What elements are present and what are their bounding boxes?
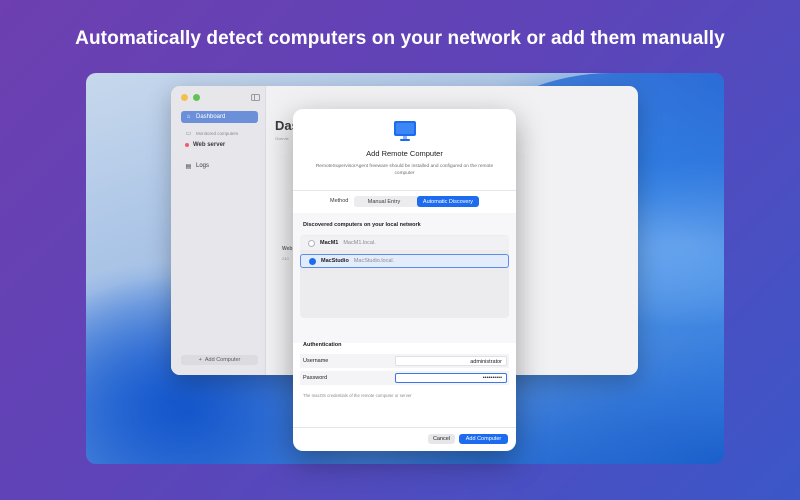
- sheet-description: RemoteSupervisorAgent freeware should be…: [315, 164, 494, 176]
- add-computer-label: Add Computer: [204, 357, 241, 363]
- sidebar-item-dashboard[interactable]: ⌂ Dashboard: [181, 111, 258, 123]
- window-controls: [181, 94, 200, 101]
- computer-name: MacM1: [320, 240, 339, 246]
- password-label: Password: [303, 375, 328, 381]
- list-item-macstudio[interactable]: MacStudio MacStudio.local.: [300, 254, 509, 268]
- sidebar-add-computer-button[interactable]: + Add Computer: [181, 355, 258, 365]
- card-sub: 210: [282, 256, 289, 261]
- segment-manual-entry[interactable]: Manual Entry: [354, 196, 414, 207]
- sidebar-item-label: Logs: [196, 163, 210, 169]
- status-dot: [185, 143, 189, 147]
- document-icon: ▤: [185, 163, 192, 170]
- plus-icon: +: [198, 357, 202, 363]
- minimize-button[interactable]: [181, 94, 188, 101]
- sidebar-item-logs[interactable]: ▤ Logs: [181, 160, 258, 172]
- segment-automatic-discovery[interactable]: Automatic Discovery: [417, 196, 479, 207]
- divider: [293, 427, 516, 428]
- password-field[interactable]: ••••••••••: [395, 373, 507, 383]
- password-row: Password ••••••••••: [300, 371, 509, 385]
- divider: [293, 190, 516, 191]
- sidebar-item-web-server[interactable]: Web server: [181, 139, 258, 151]
- sheet-title: Add Remote Computer: [366, 149, 443, 158]
- add-computer-button[interactable]: Add Computer: [459, 434, 508, 444]
- house-icon: ⌂: [186, 114, 191, 120]
- computer-name: MacStudio: [321, 258, 349, 264]
- monitor-icon: [394, 121, 416, 141]
- sidebar-toggle-icon[interactable]: [251, 94, 260, 101]
- username-row: Username administrator: [300, 354, 509, 368]
- add-remote-computer-sheet: Add Remote Computer RemoteSupervisorAgen…: [293, 109, 516, 451]
- card-label: Web: [282, 246, 293, 252]
- credentials-hint: The macOS credentials of the remote comp…: [303, 393, 412, 398]
- method-label: Method: [330, 198, 349, 204]
- computer-address: MacStudio.local.: [353, 258, 395, 264]
- authentication-heading: Authentication: [303, 342, 342, 348]
- headline: Automatically detect computers on your n…: [75, 28, 725, 49]
- sidebar: ⌂ Dashboard ▭ Monitored computers Web se…: [171, 86, 266, 375]
- monitor-icon: ▭: [185, 130, 192, 137]
- page-subtitle: Overvie: [275, 136, 289, 141]
- sidebar-item-label: Dashboard: [196, 114, 226, 120]
- username-label: Username: [303, 358, 329, 364]
- discovered-heading: Discovered computers on your local netwo…: [303, 222, 421, 228]
- list-item-macm1[interactable]: MacM1 MacM1.local.: [300, 236, 509, 250]
- username-field[interactable]: administrator: [395, 356, 507, 366]
- zoom-button[interactable]: [193, 94, 200, 101]
- cancel-button[interactable]: Cancel: [428, 434, 455, 444]
- radio-button-selected[interactable]: [309, 257, 316, 265]
- method-segmented-control: Manual Entry Automatic Discovery: [354, 196, 479, 207]
- sidebar-section-label: Monitored computers: [196, 130, 239, 136]
- radio-button[interactable]: [308, 239, 315, 247]
- sidebar-item-label: Web server: [193, 142, 226, 148]
- computer-address: MacM1.local.: [343, 240, 376, 246]
- method-row: Method Manual Entry Automatic Discovery: [293, 196, 516, 207]
- sidebar-section-monitored: ▭ Monitored computers: [181, 127, 258, 139]
